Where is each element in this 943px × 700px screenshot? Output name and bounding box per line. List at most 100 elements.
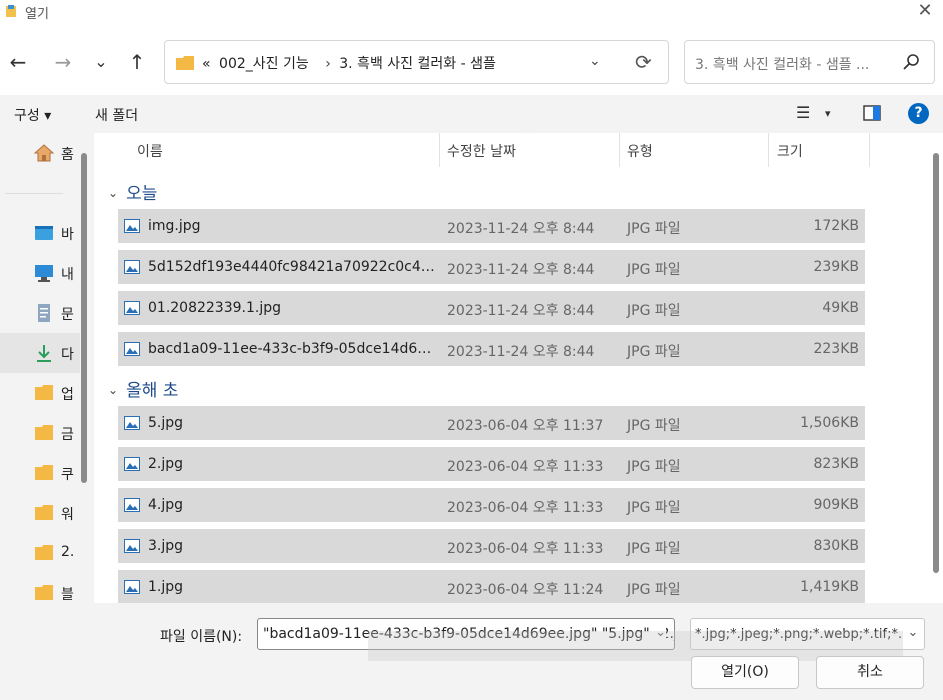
file-row[interactable]: 2.jpg 2023-06-04 오후 11:33 JPG 파일 823KB — [118, 447, 865, 481]
file-name: 1.jpg — [148, 579, 184, 595]
address-dropdown-icon[interactable]: ⌄ — [589, 53, 601, 69]
file-date: 2023-06-04 오후 11:37 — [447, 418, 604, 434]
address-bar[interactable]: « 002_사진 기능 › 3. 흑백 사진 컬러화 - 샘플 ⌄ ⟳ — [164, 40, 669, 84]
image-file-icon — [124, 219, 140, 233]
file-type: JPG 파일 — [627, 344, 681, 360]
file-row[interactable]: 1.jpg 2023-06-04 오후 11:24 JPG 파일 1,419KB — [118, 570, 865, 603]
breadcrumb-overflow[interactable]: « — [202, 56, 211, 72]
sidebar-item-desktop[interactable]: 바 — [0, 213, 80, 253]
column-header-size[interactable]: 크기 — [777, 133, 803, 167]
file-type: JPG 파일 — [627, 221, 681, 237]
column-divider[interactable] — [869, 133, 870, 167]
navigation-pane: 홈 바 내 문 다 업 금 쿠 워 2. 블 — [0, 133, 94, 603]
sidebar-item-label: 문 — [61, 307, 74, 323]
group-label: 오늘 — [126, 184, 158, 204]
sidebar-item-folder[interactable]: 금 — [0, 413, 80, 453]
folder-icon — [176, 56, 194, 70]
view-menu-icon[interactable]: ☰ — [796, 103, 810, 122]
forward-button[interactable]: → — [49, 48, 77, 76]
up-button[interactable]: ↑ — [123, 48, 151, 76]
folder-icon — [35, 425, 53, 440]
sidebar-item-folder[interactable]: 2. — [0, 533, 80, 573]
file-row[interactable]: 4.jpg 2023-06-04 오후 11:33 JPG 파일 909KB — [118, 488, 865, 522]
filename-label: 파일 이름(N): — [160, 629, 243, 645]
sidebar-item-documents[interactable]: 문 — [0, 293, 80, 333]
image-file-icon — [124, 457, 140, 471]
file-row[interactable]: img.jpg 2023-11-24 오후 8:44 JPG 파일 172KB — [118, 209, 865, 243]
sidebar-item-label: 업 — [61, 387, 74, 403]
file-row[interactable]: 5.jpg 2023-06-04 오후 11:37 JPG 파일 1,506KB — [118, 406, 865, 440]
column-divider[interactable] — [439, 133, 440, 167]
sidebar-item-folder[interactable]: 블 — [0, 573, 80, 603]
file-list-scrollbar[interactable] — [933, 153, 939, 573]
file-name: 5d152df193e4440fc98421a70922c0c4.jpg — [148, 259, 438, 275]
file-row[interactable]: 5d152df193e4440fc98421a70922c0c4.jpg 202… — [118, 250, 865, 284]
file-size: 1,506KB — [800, 415, 859, 431]
window-title: 열기 — [25, 7, 49, 22]
file-date: 2023-11-24 오후 8:44 — [447, 303, 595, 319]
image-file-icon — [124, 260, 140, 274]
column-header-date[interactable]: 수정한 날짜 — [447, 133, 516, 167]
filetype-dropdown-icon[interactable]: ⌄ — [902, 625, 924, 640]
sidebar-scrollbar[interactable] — [81, 153, 87, 483]
breadcrumb-segment[interactable]: 3. 흑백 사진 컬러화 - 샘플 — [339, 56, 496, 72]
file-row[interactable]: 3.jpg 2023-06-04 오후 11:33 JPG 파일 830KB — [118, 529, 865, 563]
new-folder-button[interactable]: 새 폴더 — [95, 105, 138, 125]
close-button[interactable]: ✕ — [913, 1, 937, 23]
sidebar-item-folder[interactable]: 워 — [0, 493, 80, 533]
column-divider[interactable] — [619, 133, 620, 167]
refresh-icon[interactable]: ⟳ — [635, 50, 652, 74]
folder-icon — [35, 545, 53, 560]
help-icon[interactable]: ? — [908, 103, 929, 124]
file-type: JPG 파일 — [627, 418, 681, 434]
column-header-name[interactable]: 이름 — [137, 133, 163, 167]
sidebar-item-home[interactable]: 홈 — [0, 133, 80, 173]
column-header-type[interactable]: 유형 — [627, 133, 653, 167]
file-date: 2023-06-04 오후 11:33 — [447, 459, 604, 475]
sidebar-item-label: 쿠 — [61, 467, 74, 483]
group-header-earlier-this-year[interactable]: ⌄ 올해 초 — [108, 376, 178, 401]
cancel-button[interactable]: 취소 — [816, 656, 924, 689]
file-size: 830KB — [813, 538, 859, 554]
sidebar-item-downloads[interactable]: 다 — [0, 333, 80, 373]
sidebar-item-folder[interactable]: 쿠 — [0, 453, 80, 493]
sidebar-item-label: 워 — [61, 507, 74, 523]
sidebar-item-folder[interactable]: 업 — [0, 373, 80, 413]
breadcrumb-segment[interactable]: 002_사진 기능 — [219, 56, 309, 72]
file-date: 2023-11-24 오후 8:44 — [447, 221, 595, 237]
sidebar-item-label: 2. — [61, 544, 75, 560]
sidebar-item-label: 다 — [61, 347, 74, 363]
column-divider[interactable] — [768, 133, 769, 167]
open-button[interactable]: 열기(O) — [691, 656, 799, 689]
dialog-footer: 파일 이름(N): "bacd1a09-11ee-433c-b3f9-05dce… — [0, 603, 943, 700]
home-icon — [34, 144, 54, 162]
sidebar-item-label: 금 — [61, 427, 74, 443]
search-input[interactable]: 3. 흑백 사진 컬러화 - 샘플 ... — [684, 40, 935, 84]
image-file-icon — [124, 498, 140, 512]
pc-icon — [35, 265, 53, 282]
file-type: JPG 파일 — [627, 459, 681, 475]
sidebar-item-label: 내 — [61, 267, 74, 283]
file-name: bacd1a09-11ee-433c-b3f9-05dce14d69e... — [148, 341, 438, 357]
organize-button[interactable]: 구성 ▾ — [14, 105, 51, 125]
file-date: 2023-11-24 오후 8:44 — [447, 344, 595, 360]
breadcrumb-separator[interactable]: › — [325, 56, 331, 72]
group-header-today[interactable]: ⌄ 오늘 — [108, 179, 157, 204]
file-date: 2023-11-24 오후 8:44 — [447, 262, 595, 278]
folder-icon — [35, 385, 53, 400]
file-row[interactable]: 01.20822339.1.jpg 2023-11-24 오후 8:44 JPG… — [118, 291, 865, 325]
file-date: 2023-06-04 오후 11:33 — [447, 500, 604, 516]
file-row[interactable]: bacd1a09-11ee-433c-b3f9-05dce14d69e... 2… — [118, 332, 865, 366]
sidebar-item-pc[interactable]: 내 — [0, 253, 80, 293]
sidebar-item-label: 바 — [61, 227, 74, 243]
file-date: 2023-06-04 오후 11:24 — [447, 582, 604, 598]
file-size: 223KB — [813, 341, 859, 357]
file-size: 823KB — [813, 456, 859, 472]
recent-locations-button[interactable]: ⌄ — [87, 48, 115, 76]
file-size: 1,419KB — [800, 579, 859, 595]
back-button[interactable]: ← — [4, 48, 32, 76]
desktop-icon — [35, 226, 53, 240]
search-icon[interactable] — [902, 53, 920, 71]
view-dropdown-icon[interactable]: ▾ — [825, 107, 831, 120]
preview-pane-icon[interactable] — [863, 105, 881, 121]
